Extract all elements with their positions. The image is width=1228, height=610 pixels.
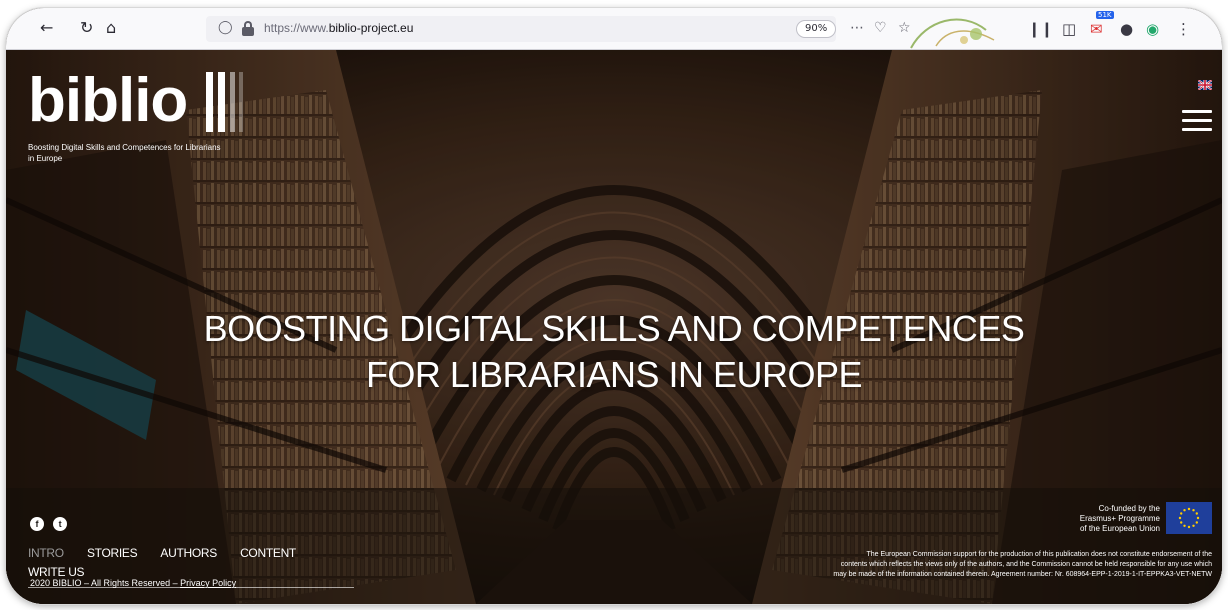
eu-star: [1187, 507, 1191, 511]
logo-tagline: Boosting Digital Skills and Competences …: [28, 143, 221, 163]
logo-bars-icon: [206, 72, 243, 132]
browser-window: ← ↻ ⌂ ◯ https://www.biblio-project.eu 90…: [6, 8, 1222, 604]
logo-wordmark: biblio: [28, 66, 188, 135]
copyright: 2020 BIBLIO – All Rights Reserved – Priv…: [30, 578, 236, 588]
eu-star: [1195, 512, 1198, 515]
copyright-text: 2020 BIBLIO – All Rights Reserved –: [30, 578, 178, 588]
extension-badge: 51K: [1096, 11, 1114, 19]
pocket-icon[interactable]: ♡: [874, 20, 887, 36]
footer-nav-content[interactable]: CONTENT: [240, 546, 296, 560]
extension-icon[interactable]: ◉: [1146, 20, 1159, 38]
eu-star: [1192, 524, 1195, 527]
eu-star: [1183, 524, 1186, 527]
footer-nav-intro[interactable]: INTRO: [28, 546, 64, 560]
lock-icon[interactable]: [242, 19, 254, 37]
hamburger-menu-icon[interactable]: [1182, 110, 1212, 132]
disclaimer-line-3: may be made of the information contained…: [833, 571, 1212, 578]
cofund-line-1: Co-funded by the: [1098, 504, 1160, 513]
site-logo[interactable]: biblio Boosting Digital Skills and Compe…: [28, 66, 243, 164]
eu-star: [1178, 516, 1182, 520]
eu-star: [1180, 512, 1183, 515]
back-icon[interactable]: ←: [40, 19, 53, 37]
twitter-icon[interactable]: t: [53, 517, 68, 531]
cofund-line-2: Erasmus+ Programme: [1079, 514, 1160, 523]
footer-nav-write-us[interactable]: WRITE US: [28, 565, 85, 579]
hero-headline: BOOSTING DIGITAL SKILLS AND COMPETENCES …: [6, 306, 1222, 398]
language-flag-uk-icon[interactable]: [1198, 80, 1212, 90]
address-bar[interactable]: ◯ https://www.biblio-project.eu 90% ⋯ ♡ …: [206, 16, 911, 42]
eu-disclaimer: The European Commission support for the …: [742, 550, 1212, 580]
library-icon[interactable]: ❙❙: [1028, 20, 1053, 38]
browser-toolbar: ← ↻ ⌂ ◯ https://www.biblio-project.eu 90…: [6, 8, 1222, 50]
account-icon[interactable]: ●: [1120, 20, 1133, 38]
eu-star: [1195, 521, 1198, 524]
eu-star: [1180, 521, 1183, 524]
more-icon[interactable]: ⋯: [850, 20, 864, 36]
reload-icon[interactable]: ↻: [80, 19, 93, 37]
cofund-line-3: of the European Union: [1079, 524, 1160, 533]
hero-section: biblio Boosting Digital Skills and Compe…: [6, 50, 1222, 604]
mail-icon[interactable]: ✉: [1090, 20, 1103, 38]
facebook-icon[interactable]: f: [30, 517, 44, 531]
overflow-icon[interactable]: ⋮: [1176, 20, 1191, 38]
cofunding-text: Co-funded by the Erasmus+ Programme of t…: [1050, 504, 1160, 534]
footer-nav-stories[interactable]: STORIES: [87, 546, 138, 560]
eu-star: [1192, 509, 1195, 512]
privacy-policy-link[interactable]: Privacy Policy: [180, 578, 236, 588]
footer-nav-authors[interactable]: AUTHORS: [160, 546, 217, 560]
url-text[interactable]: https://www.biblio-project.eu: [264, 21, 413, 35]
zoom-level[interactable]: 90%: [796, 20, 837, 38]
eu-flag-icon: [1166, 502, 1212, 534]
eu-star: [1196, 516, 1200, 520]
hero-headline-line-1: BOOSTING DIGITAL SKILLS AND COMPETENCES: [203, 308, 1025, 349]
home-icon[interactable]: ⌂: [106, 19, 116, 37]
shield-icon[interactable]: ◯: [218, 20, 233, 35]
decorative-swirl-icon: [910, 18, 995, 49]
eu-star: [1183, 509, 1186, 512]
social-links: f t: [30, 512, 71, 531]
eu-star: [1187, 525, 1191, 529]
sidebar-icon[interactable]: ◫: [1062, 20, 1076, 38]
disclaimer-line-1: The European Commission support for the …: [866, 551, 1212, 558]
hero-headline-line-2: FOR LIBRARIANS IN EUROPE: [365, 354, 863, 395]
disclaimer-line-2: contents which reflects the views only o…: [840, 561, 1212, 568]
